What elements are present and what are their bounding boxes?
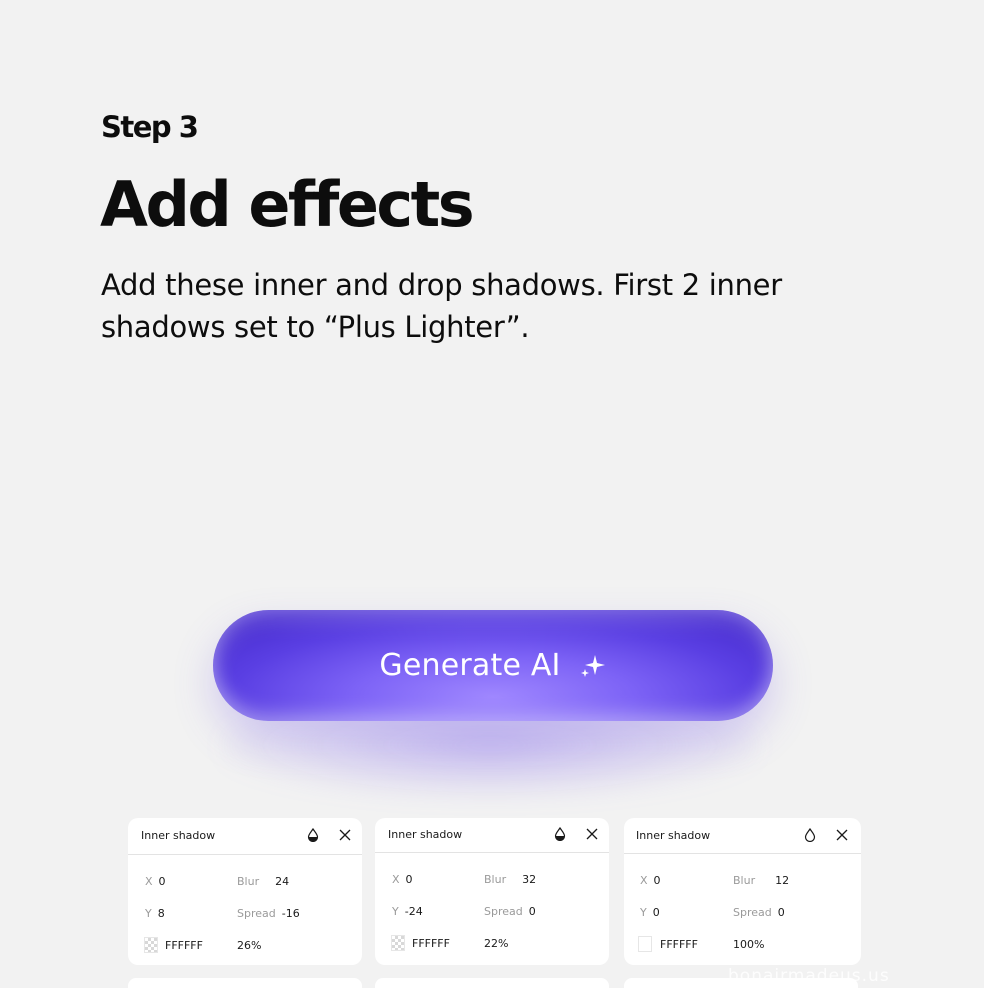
spread-field[interactable]: Spread 0 — [733, 906, 785, 919]
blend-mode-drop-icon[interactable] — [554, 827, 566, 841]
color-hex[interactable]: FFFFFF — [660, 938, 698, 951]
watermark: bonairmadeus.us — [728, 966, 890, 986]
close-icon[interactable] — [835, 828, 849, 842]
y-field[interactable]: Y8 — [145, 907, 165, 920]
panel-header: Inner shadow — [128, 818, 362, 855]
color-swatch[interactable] — [144, 937, 158, 953]
spread-field[interactable]: Spread 0 — [484, 905, 536, 918]
step-description: Add these inner and drop shadows. First … — [101, 268, 782, 344]
color-swatch[interactable] — [391, 935, 405, 951]
generate-ai-label: Generate AI — [379, 648, 561, 683]
blur-field[interactable]: Blur 24 — [237, 875, 289, 888]
color-hex[interactable]: FFFFFF — [412, 937, 450, 950]
blur-field[interactable]: Blur 12 — [733, 874, 789, 887]
blend-mode-drop-icon[interactable] — [307, 828, 319, 842]
panel-title: Inner shadow — [141, 829, 216, 842]
x-field[interactable]: X0 — [640, 874, 661, 887]
opacity-value[interactable]: 22% — [484, 937, 508, 950]
x-field[interactable]: X0 — [392, 873, 413, 886]
close-icon[interactable] — [585, 827, 599, 841]
panel-title: Inner shadow — [388, 828, 463, 841]
panel-header: Inner shadow — [375, 818, 609, 853]
y-field[interactable]: Y -24 — [392, 905, 423, 918]
blend-mode-drop-icon[interactable] — [804, 828, 816, 842]
spread-field[interactable]: Spread -16 — [237, 907, 300, 920]
step-label: Step 3 — [101, 110, 199, 144]
next-panel-edge — [375, 978, 609, 988]
inner-shadow-panel-3: Inner shadow X0 Blur 12 Y0 Spread 0 FFFFFF… — [624, 818, 861, 965]
next-panel-edge — [128, 978, 362, 988]
sparkle-icon — [580, 654, 605, 677]
y-field[interactable]: Y0 — [640, 906, 660, 919]
close-icon[interactable] — [338, 828, 352, 842]
inner-shadow-panel-2: Inner shadow X0 Blur 32 Y -24 Spread 0 FFFF… — [375, 818, 609, 965]
inner-shadow-panel-1: Inner shadow X0 Blur 24 Y8 Spread -16 FFFF… — [128, 818, 362, 965]
generate-ai-button[interactable]: Generate AI — [213, 610, 773, 721]
blur-field[interactable]: Blur 32 — [484, 873, 536, 886]
color-hex[interactable]: FFFFFF — [165, 939, 203, 952]
page-title: Add effects — [100, 168, 475, 241]
color-swatch[interactable] — [638, 936, 652, 952]
panel-header: Inner shadow — [624, 818, 861, 854]
opacity-value[interactable]: 100% — [733, 938, 764, 951]
panel-title: Inner shadow — [636, 829, 711, 842]
opacity-value[interactable]: 26% — [237, 939, 261, 952]
x-field[interactable]: X0 — [145, 875, 166, 888]
